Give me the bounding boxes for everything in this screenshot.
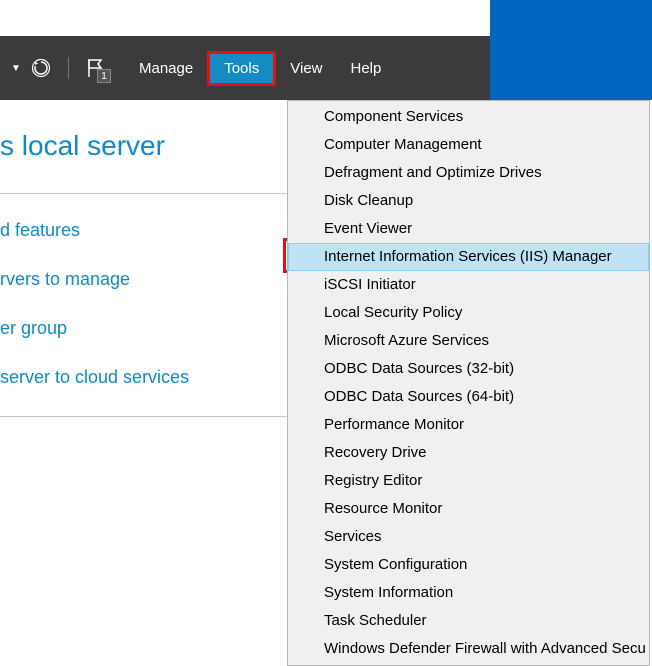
tools-menu-item[interactable]: Component Services [288, 103, 649, 131]
tools-menu-item[interactable]: iSCSI Initiator [288, 271, 649, 299]
dropdown-caret-icon[interactable]: ▼ [6, 63, 26, 74]
tools-menu-item[interactable]: Defragment and Optimize Drives [288, 159, 649, 187]
menu-help[interactable]: Help [337, 54, 396, 83]
refresh-icon [31, 58, 51, 78]
tools-menu-item[interactable]: Computer Management [288, 131, 649, 159]
page-title: s local server [0, 130, 290, 193]
tools-menu-item[interactable]: Internet Information Services (IIS) Mana… [288, 243, 649, 271]
tools-menu-item[interactable]: System Configuration [288, 551, 649, 579]
tools-menu-item[interactable]: Registry Editor [288, 467, 649, 495]
tools-menu-item[interactable]: Recovery Drive [288, 439, 649, 467]
tools-menu-item[interactable]: Resource Monitor [288, 495, 649, 523]
tools-menu-item[interactable]: Event Viewer [288, 215, 649, 243]
refresh-button[interactable] [26, 53, 56, 83]
tools-menu-item[interactable]: Services [288, 523, 649, 551]
link-item[interactable]: rvers to manage [0, 269, 290, 290]
tools-menu-item[interactable]: Task Scheduler [288, 607, 649, 635]
tools-menu-item[interactable]: Performance Monitor [288, 411, 649, 439]
desktop-background-corner [490, 0, 652, 100]
dashboard-content: s local server d features rvers to manag… [0, 100, 290, 417]
tools-dropdown-menu: Component ServicesComputer ManagementDef… [287, 100, 650, 666]
link-item[interactable]: er group [0, 318, 290, 339]
content-divider [0, 416, 290, 417]
tools-menu-item[interactable]: Microsoft Azure Services [288, 327, 649, 355]
tools-menu-item[interactable]: Local Security Policy [288, 299, 649, 327]
window-titlebar [0, 0, 652, 36]
tools-menu-item[interactable]: ODBC Data Sources (64-bit) [288, 383, 649, 411]
quick-links: d features rvers to manage er group serv… [0, 194, 290, 388]
tools-menu-item[interactable]: Windows Defender Firewall with Advanced … [288, 635, 649, 663]
tools-menu-item[interactable]: Disk Cleanup [288, 187, 649, 215]
menu-manage[interactable]: Manage [125, 54, 207, 83]
menubar-divider [68, 57, 69, 79]
notifications-button[interactable]: 1 [81, 51, 109, 85]
link-item[interactable]: d features [0, 220, 290, 241]
notification-badge: 1 [97, 69, 111, 83]
tools-menu-item[interactable]: System Information [288, 579, 649, 607]
link-item[interactable]: server to cloud services [0, 367, 290, 388]
menu-tools[interactable]: Tools [207, 51, 276, 86]
tools-menu-item[interactable]: ODBC Data Sources (32-bit) [288, 355, 649, 383]
menu-view[interactable]: View [276, 54, 336, 83]
